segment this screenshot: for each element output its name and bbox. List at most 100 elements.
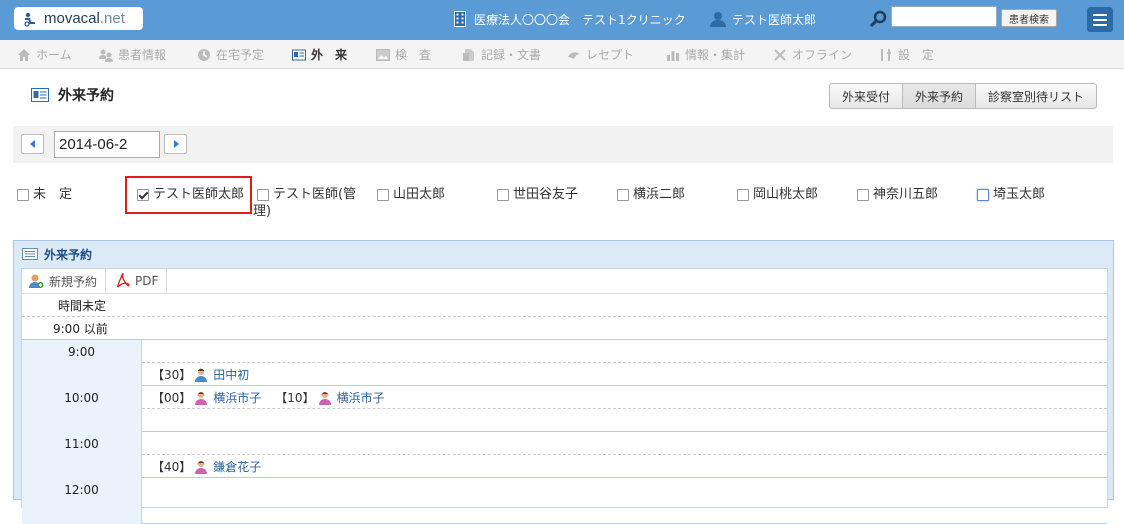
doctor-label-line1: テスト医師(管 [273,187,357,202]
tab-reception[interactable]: 外来受付 [830,84,904,108]
appointment[interactable]: 【00】 横浜市子 [152,389,261,406]
slot-appointments: 【40】 鎌倉花子 [152,458,275,475]
list-icon [22,248,38,260]
main-nav: ホーム 患者情報 在宅予定 外 来 検 査 記録・文書 レセプト 情報・集計 オ… [0,40,1124,69]
panel-body: 新規予約 PDF 時間未定 9:00 以前 9:00 【30】 田中初 10:0… [21,268,1108,524]
logo[interactable]: movacal.net [14,7,143,30]
patient-name-link[interactable]: 横浜市子 [213,389,261,406]
nav-outpatient[interactable]: 外 来 [292,40,347,69]
user-icon [710,12,726,27]
offline-icon [774,48,786,61]
doctor-kanagawa[interactable]: 神奈川五郎 [857,186,938,203]
female-patient-icon [195,391,208,405]
doctor-yokohama[interactable]: 横浜二郎 [617,186,685,203]
doctor-saitama[interactable]: 埼玉太郎 [977,186,1045,203]
triangle-right-icon [173,140,179,148]
nav-receipt[interactable]: レセプト [567,40,634,69]
doctor-okayama[interactable]: 岡山桃太郎 [737,186,818,203]
female-patient-icon [195,460,208,474]
pdf-icon [117,273,130,288]
document-icon [463,48,474,61]
checkbox[interactable] [857,189,869,201]
half-hour-divider [142,362,1107,363]
reservation-panel: 外来予約 新規予約 PDF 時間未定 9:00 以前 9:00 【30】 田中初 [13,240,1114,524]
slot-appointments: 【30】 田中初 [152,366,263,383]
nav-patients[interactable]: 患者情報 [99,40,166,69]
slot-time: 10:00 [22,386,142,432]
hamburger-menu-icon[interactable] [1087,7,1113,32]
appointment[interactable]: 【30】 田中初 [152,366,249,383]
half-hour-divider [142,454,1107,455]
organization-name: 医療法人〇〇〇会 テスト1クリニック [454,9,686,29]
home-icon [18,48,30,61]
doctor-unassigned[interactable]: 未 定 [17,186,72,203]
nav-records[interactable]: 記録・文書 [462,40,541,69]
patient-name-link[interactable]: 鎌倉花子 [213,458,261,475]
panel-toolbar: 新規予約 PDF [22,268,1107,294]
time-slot-1200[interactable]: 12:00 [22,478,1107,524]
patients-icon [99,49,113,62]
slot-time: 11:00 [22,432,142,478]
nav-home-visits[interactable]: 在宅予定 [197,40,264,69]
chart-icon [667,50,679,61]
next-date-button[interactable] [164,134,187,154]
date-bar: 2014-06-2 [13,126,1113,163]
appointment[interactable]: 【10】 横浜市子 [275,389,384,406]
clock-icon [198,48,210,61]
female-patient-icon [318,391,331,405]
triangle-left-icon [29,140,35,148]
id-card-icon [31,88,49,102]
tab-waiting-list[interactable]: 診察室別待リスト [976,84,1096,108]
prev-date-button[interactable] [21,134,44,154]
time-slot-1000[interactable]: 10:00 【00】 横浜市子 【10】 横浜市子 [22,386,1107,432]
checkbox[interactable] [257,189,269,201]
page-title: 外来予約 [31,85,114,105]
checkbox[interactable] [497,189,509,201]
patient-search-input[interactable] [891,6,997,27]
nav-statistics[interactable]: 情報・集計 [666,40,745,69]
patient-search-button[interactable]: 患者検索 [1001,9,1057,27]
selected-doctor-highlight [125,176,252,214]
logo-mark-icon [24,12,35,27]
bird-icon [568,51,580,59]
checkbox[interactable] [377,189,389,201]
untimed-row: 時間未定 [22,294,1107,317]
tab-reservations[interactable]: 外来予約 [903,84,977,108]
time-slot-0900[interactable]: 9:00 【30】 田中初 [22,340,1107,386]
nav-offline[interactable]: オフライン [773,40,852,69]
checkbox[interactable] [17,189,29,201]
top-bar: movacal.net 医療法人〇〇〇会 テスト1クリニック テスト医師太郎 患… [0,0,1124,40]
checkbox[interactable] [737,189,749,201]
add-person-icon [29,274,44,288]
pdf-button[interactable]: PDF [106,268,168,294]
date-input[interactable]: 2014-06-2 [54,131,160,158]
slot-appointments: 【00】 横浜市子 【10】 横浜市子 [152,389,399,406]
doctor-label-line2: 理) [253,204,272,219]
panel-header: 外来予約 [14,241,1113,267]
before-9-row: 9:00 以前 [22,317,1107,340]
patient-name-link[interactable]: 田中初 [213,366,249,383]
id-card-icon [292,49,306,60]
checkbox[interactable] [617,189,629,201]
current-user[interactable]: テスト医師太郎 [710,9,816,29]
nav-exam[interactable]: 検 査 [376,40,431,69]
checkbox-focused[interactable] [977,189,989,201]
search-icon [869,10,887,28]
patient-name-link[interactable]: 横浜市子 [337,389,385,406]
image-icon [376,48,390,61]
logo-text: movacal.net [44,10,125,27]
doctor-setagaya[interactable]: 世田谷友子 [497,186,578,203]
half-hour-divider [142,408,1107,409]
doctor-test-admin[interactable]: テスト医師(管 理) [253,186,367,220]
appointment[interactable]: 【40】 鎌倉花子 [152,458,261,475]
time-slot-1100[interactable]: 11:00 【40】 鎌倉花子 [22,432,1107,478]
new-reservation-button[interactable]: 新規予約 [22,268,107,294]
view-tabs: 外来受付 外来予約 診察室別待リスト [829,83,1098,109]
building-icon [454,11,466,27]
slot-time: 12:00 [22,478,142,524]
doctor-yamada[interactable]: 山田太郎 [377,186,445,203]
male-patient-icon [195,368,208,382]
slot-time: 9:00 [22,340,142,386]
nav-home[interactable]: ホーム [17,40,72,69]
nav-settings[interactable]: 設 定 [879,40,934,69]
